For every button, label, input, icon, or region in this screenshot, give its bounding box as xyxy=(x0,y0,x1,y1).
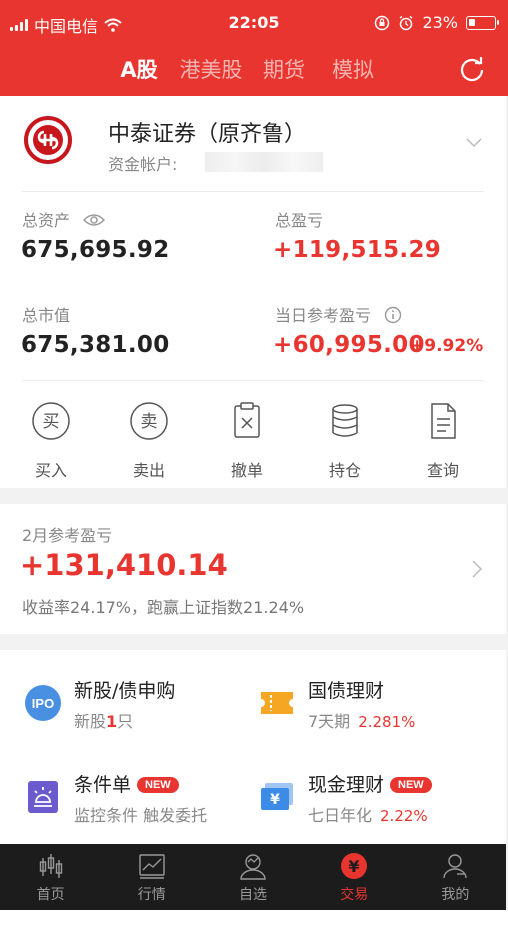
conditional-order-subtitle: 监控条件 触发委托 xyxy=(74,806,208,825)
divider xyxy=(22,380,484,381)
database-icon xyxy=(332,404,358,437)
cancel-order-label: 撤单 xyxy=(230,461,263,480)
query-label: 查询 xyxy=(426,461,459,480)
total-assets-value: 675,695.92 xyxy=(21,237,170,263)
daily-pl-percent: +9.92% xyxy=(410,336,484,356)
tab-futures[interactable]: 期货 xyxy=(252,54,316,84)
services-card: IPO 新股/债申购 新股1只 国债理财 7天期 2.281% 条件单 NEW 监控… xyxy=(0,650,506,844)
tab-home-label: 首页 xyxy=(36,887,65,903)
ipo-subtitle: 新股1只 xyxy=(74,712,134,731)
tab-home[interactable]: 首页 xyxy=(0,844,101,910)
broker-logo-icon xyxy=(24,116,72,164)
market-value-value: 675,381.00 xyxy=(21,332,170,358)
status-right: 23% xyxy=(374,13,499,32)
buy-label: 买入 xyxy=(34,461,67,480)
treasury-bond-rate: 2.281% xyxy=(358,713,416,731)
trade-actions: 买 买入 卖 卖出 撤单 持仓 查询 xyxy=(0,401,506,481)
tab-simulation[interactable]: 模拟 xyxy=(316,54,390,84)
treasury-bond-subtitle: 7天期 2.281% xyxy=(308,712,416,731)
cash-management-rate: 2.22% xyxy=(380,807,428,825)
user-icon xyxy=(443,854,468,879)
tab-profile[interactable]: 我的 xyxy=(405,844,506,910)
tab-watchlist-label: 自选 xyxy=(239,887,267,903)
total-pl-label: 总盈亏 xyxy=(275,211,324,230)
divider xyxy=(22,191,484,192)
tab-hk-us-stocks[interactable]: 港美股 xyxy=(170,54,252,84)
monthly-pl-summary: 收益率24.17%，跑赢上证指数21.24% xyxy=(22,598,305,617)
info-icon[interactable] xyxy=(384,306,402,324)
account-number-masked xyxy=(205,152,323,172)
yuan-coin-icon: ¥ xyxy=(341,853,368,879)
ticket-icon xyxy=(261,692,293,714)
tab-market[interactable]: 行情 xyxy=(101,844,202,910)
market-nav-bar: A股 港美股 期货 模拟 xyxy=(0,44,508,96)
sell-icon: 卖 xyxy=(130,402,168,440)
positions-button[interactable]: 持仓 xyxy=(294,401,392,481)
chevron-right-icon xyxy=(472,560,482,578)
sell-label: 卖出 xyxy=(132,461,165,480)
bottom-strip xyxy=(0,910,508,926)
chevron-down-icon[interactable] xyxy=(466,138,482,148)
positions-label: 持仓 xyxy=(328,461,361,480)
account-card: 中泰证券（原齐鲁） 资金帐户: 总资产 675,695.92 总盈亏 +119,… xyxy=(0,96,506,488)
cash-management-title: 现金理财 xyxy=(308,774,385,796)
svg-text:买: 买 xyxy=(43,412,60,432)
daily-pl-label: 当日参考盈亏 xyxy=(275,306,372,325)
alert-lamp-icon xyxy=(28,781,58,813)
tab-a-shares[interactable]: A股 xyxy=(108,54,170,84)
market-value-label: 总市值 xyxy=(22,306,71,325)
cash-management-title-row: 现金理财 NEW xyxy=(308,770,432,797)
battery-icon xyxy=(466,15,499,30)
buy-icon: 买 xyxy=(32,402,70,440)
ipo-icon: IPO xyxy=(25,685,61,721)
rotation-lock-icon xyxy=(375,15,390,30)
tab-market-label: 行情 xyxy=(137,887,166,903)
query-button[interactable]: 查询 xyxy=(392,401,490,481)
market-tabs: A股 港美股 期货 模拟 xyxy=(108,54,390,84)
chart-icon xyxy=(139,854,165,879)
cancel-order-button[interactable]: 撤单 xyxy=(196,401,294,481)
sell-button[interactable]: 卖 卖出 xyxy=(98,401,196,481)
tab-trade[interactable]: ¥ 交易 xyxy=(304,844,405,910)
conditional-order-title-row: 条件单 NEW xyxy=(74,770,179,797)
new-badge: NEW xyxy=(390,777,432,793)
status-bar: 中国电信 22:05 23% xyxy=(0,0,508,44)
svg-text:卖: 卖 xyxy=(141,412,158,432)
refresh-icon[interactable] xyxy=(458,56,486,84)
account-label: 资金帐户: xyxy=(108,155,178,174)
cash-icon: ¥ xyxy=(261,783,293,810)
alarm-icon xyxy=(399,15,413,30)
cash-management-subtitle: 七日年化 2.22% xyxy=(308,806,428,825)
ipo-count: 1 xyxy=(106,712,118,731)
broker-name[interactable]: 中泰证券（原齐鲁） xyxy=(108,116,306,148)
new-badge: NEW xyxy=(137,777,179,793)
monthly-pl-card[interactable]: 2月参考盈亏 +131,410.14 收益率24.17%，跑赢上证指数21.24… xyxy=(0,504,506,634)
ipo-title: 新股/债申购 xyxy=(74,680,176,702)
monthly-pl-value: +131,410.14 xyxy=(20,548,228,582)
eye-icon[interactable] xyxy=(83,213,106,227)
treasury-bond-title: 国债理财 xyxy=(308,680,385,702)
document-icon xyxy=(431,403,456,439)
cancel-order-icon xyxy=(234,402,260,438)
monthly-pl-label: 2月参考盈亏 xyxy=(22,526,113,545)
buy-button[interactable]: 买 买入 xyxy=(0,401,98,481)
total-assets-label-row: 总资产 xyxy=(22,207,106,231)
candlestick-icon xyxy=(39,854,62,878)
tab-watchlist[interactable]: 自选 xyxy=(202,844,303,910)
bottom-tab-bar: 首页 行情 自选 ¥ 交易 我的 xyxy=(0,844,506,910)
tab-profile-label: 我的 xyxy=(441,887,470,903)
daily-pl-value: +60,995.00 xyxy=(273,332,425,358)
battery-percent: 23% xyxy=(422,13,458,32)
total-assets-label: 总资产 xyxy=(22,211,71,230)
daily-pl-label-row: 当日参考盈亏 xyxy=(275,302,402,326)
total-pl-value: +119,515.29 xyxy=(273,237,442,263)
tab-trade-label: 交易 xyxy=(340,887,369,903)
svg-text:¥: ¥ xyxy=(349,857,360,876)
watchlist-icon xyxy=(240,854,266,880)
svg-text:IPO: IPO xyxy=(32,696,54,711)
svg-text:¥: ¥ xyxy=(270,792,280,808)
conditional-order-title: 条件单 xyxy=(74,774,132,796)
